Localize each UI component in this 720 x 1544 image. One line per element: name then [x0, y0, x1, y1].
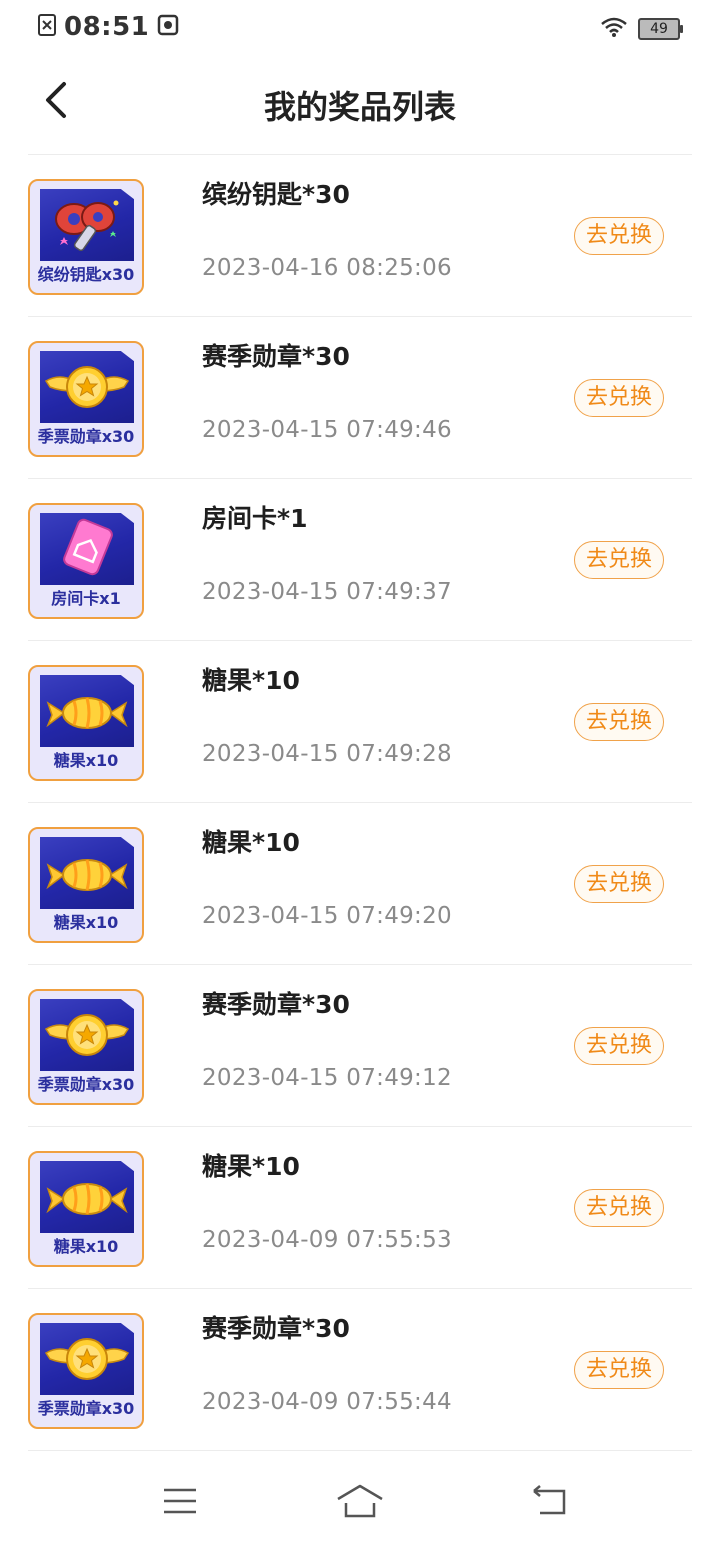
- room-card-icon: [40, 513, 134, 585]
- prize-name: 糖果*10: [202, 828, 300, 857]
- prize-thumbnail: 缤纷钥匙x30: [28, 179, 144, 295]
- candy-icon: [40, 675, 134, 747]
- back-nav-button[interactable]: [520, 1478, 580, 1528]
- prize-thumbnail: 糖果x10: [28, 1151, 144, 1267]
- candy-icon: [40, 1161, 134, 1233]
- prize-list: 缤纷钥匙x30 缤纷钥匙*30 2023-04-16 08:25:06 去兑换 …: [28, 154, 692, 1451]
- prize-time: 2023-04-15 07:49:28: [202, 741, 452, 767]
- notification-icon: [38, 14, 56, 40]
- prize-thumb-label: 季票勋章x30: [37, 427, 135, 446]
- prize-name: 糖果*10: [202, 666, 300, 695]
- prize-thumbnail: 糖果x10: [28, 827, 144, 943]
- header: 我的奖品列表: [0, 56, 720, 154]
- prize-time: 2023-04-15 07:49:20: [202, 903, 452, 929]
- prize-time: 2023-04-15 07:49:37: [202, 579, 452, 605]
- page-title: 我的奖品列表: [263, 88, 456, 126]
- prize-thumb-label: 季票勋章x30: [37, 1399, 135, 1418]
- status-bar: 08:51 49: [0, 0, 720, 56]
- status-time: 08:51: [64, 12, 150, 42]
- prize-thumb-label: 季票勋章x30: [37, 1075, 135, 1094]
- prize-time: 2023-04-16 08:25:06: [202, 255, 452, 281]
- key-icon: [40, 189, 134, 261]
- redeem-button[interactable]: 去兑换: [574, 1351, 664, 1389]
- prize-thumbnail: 季票勋章x30: [28, 989, 144, 1105]
- prize-thumb-label: 糖果x10: [53, 751, 119, 770]
- redeem-button[interactable]: 去兑换: [574, 1189, 664, 1227]
- menu-icon: [162, 1486, 198, 1520]
- prize-name: 赛季勋章*30: [202, 1314, 350, 1343]
- prize-time: 2023-04-09 07:55:44: [202, 1389, 452, 1415]
- prize-time: 2023-04-09 07:55:53: [202, 1227, 452, 1253]
- prize-thumbnail: 房间卡x1: [28, 503, 144, 619]
- prize-row: 房间卡x1 房间卡*1 2023-04-15 07:49:37 去兑换: [28, 479, 692, 641]
- prize-row: 季票勋章x30 赛季勋章*30 2023-04-15 07:49:46 去兑换: [28, 317, 692, 479]
- prize-name: 赛季勋章*30: [202, 342, 350, 371]
- redeem-button[interactable]: 去兑换: [574, 703, 664, 741]
- system-nav-bar: [0, 1460, 720, 1544]
- redeem-button[interactable]: 去兑换: [574, 217, 664, 255]
- prize-row: 糖果x10 糖果*10 2023-04-09 07:55:53 去兑换: [28, 1127, 692, 1289]
- prize-thumb-label: 缤纷钥匙x30: [37, 265, 135, 284]
- prize-row: 季票勋章x30 赛季勋章*30 2023-04-15 07:49:12 去兑换: [28, 965, 692, 1127]
- prize-row: 糖果x10 糖果*10 2023-04-15 07:49:20 去兑换: [28, 803, 692, 965]
- candy-icon: [40, 837, 134, 909]
- prize-name: 赛季勋章*30: [202, 990, 350, 1019]
- prize-time: 2023-04-15 07:49:12: [202, 1065, 452, 1091]
- app-notification-icon: [157, 14, 179, 40]
- prize-thumb-label: 糖果x10: [53, 913, 119, 932]
- prize-thumb-label: 糖果x10: [53, 1237, 119, 1256]
- home-button[interactable]: [330, 1478, 390, 1528]
- prize-name: 糖果*10: [202, 1152, 300, 1181]
- medal-icon: [40, 1323, 134, 1395]
- menu-button[interactable]: [150, 1478, 210, 1528]
- prize-time: 2023-04-15 07:49:46: [202, 417, 452, 443]
- medal-icon: [40, 999, 134, 1071]
- return-icon: [530, 1485, 570, 1521]
- wifi-icon: [600, 16, 628, 42]
- home-icon: [335, 1483, 385, 1523]
- medal-icon: [40, 351, 134, 423]
- prize-thumbnail: 糖果x10: [28, 665, 144, 781]
- prize-name: 房间卡*1: [202, 504, 308, 533]
- redeem-button[interactable]: 去兑换: [574, 541, 664, 579]
- prize-row: 季票勋章x30 赛季勋章*30 2023-04-09 07:55:44 去兑换: [28, 1289, 692, 1451]
- prize-thumb-label: 房间卡x1: [51, 589, 121, 608]
- battery-icon: 49: [638, 18, 683, 40]
- prize-row: 糖果x10 糖果*10 2023-04-15 07:49:28 去兑换: [28, 641, 692, 803]
- prize-name: 缤纷钥匙*30: [202, 180, 350, 209]
- prize-thumbnail: 季票勋章x30: [28, 341, 144, 457]
- prize-row: 缤纷钥匙x30 缤纷钥匙*30 2023-04-16 08:25:06 去兑换: [28, 155, 692, 317]
- prize-thumbnail: 季票勋章x30: [28, 1313, 144, 1429]
- redeem-button[interactable]: 去兑换: [574, 1027, 664, 1065]
- redeem-button[interactable]: 去兑换: [574, 379, 664, 417]
- redeem-button[interactable]: 去兑换: [574, 865, 664, 903]
